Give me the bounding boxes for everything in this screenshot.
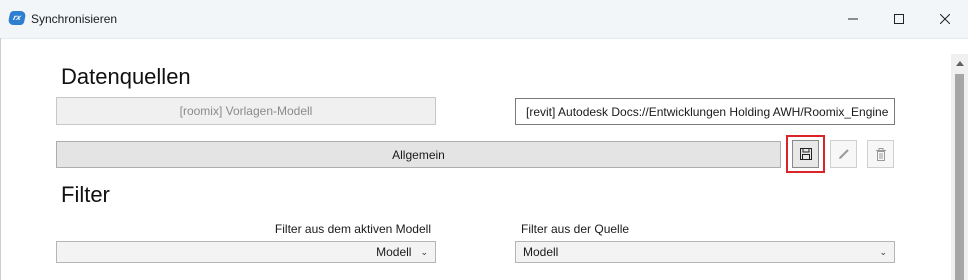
- maximize-button[interactable]: [876, 0, 922, 38]
- right-source-value: [revit] Autodesk Docs://Entwicklungen Ho…: [526, 104, 889, 119]
- sources-heading: Datenquellen: [61, 64, 191, 89]
- chevron-down-icon: ⌄: [420, 246, 428, 257]
- minimize-icon: [848, 18, 858, 20]
- scroll-up-button[interactable]: [951, 56, 968, 70]
- profile-label: Allgemein: [392, 147, 445, 162]
- chevron-down-icon: ⌄: [879, 246, 887, 257]
- source-filter-label: Filter aus der Quelle: [521, 222, 630, 236]
- save-highlight-box: [786, 135, 825, 173]
- window-border: [0, 38, 1, 280]
- minimize-button[interactable]: [830, 0, 876, 38]
- active-model-filter-value: Modell: [376, 245, 412, 259]
- app-icon: rx: [7, 11, 27, 25]
- scrollbar-thumb[interactable]: [955, 74, 964, 280]
- close-icon: [940, 14, 950, 24]
- maximize-icon: [894, 14, 904, 24]
- filter-heading: Filter: [61, 182, 110, 207]
- profile-button[interactable]: Allgemein: [56, 141, 781, 168]
- left-source-field[interactable]: [roomix] Vorlagen-Modell: [56, 97, 436, 125]
- close-button[interactable]: [922, 0, 968, 38]
- title-bar: rx Synchronisieren: [0, 0, 968, 39]
- source-filter-value: Modell: [523, 245, 559, 259]
- vertical-scrollbar[interactable]: [951, 54, 968, 280]
- delete-button[interactable]: [867, 140, 894, 168]
- right-source-field[interactable]: [revit] Autodesk Docs://Entwicklungen Ho…: [515, 98, 895, 125]
- active-model-filter-label: Filter aus dem aktiven Modell: [274, 222, 431, 236]
- edit-button[interactable]: [830, 140, 857, 168]
- trash-icon: [875, 147, 886, 161]
- pencil-icon: [838, 149, 849, 159]
- window-title: Synchronisieren: [31, 12, 118, 26]
- chevron-up-icon: [955, 60, 964, 66]
- source-filter-combobox[interactable]: Modell ⌄: [515, 241, 895, 263]
- active-model-filter-combobox[interactable]: Modell ⌄: [56, 241, 436, 263]
- left-source-value: [roomix] Vorlagen-Modell: [179, 104, 313, 118]
